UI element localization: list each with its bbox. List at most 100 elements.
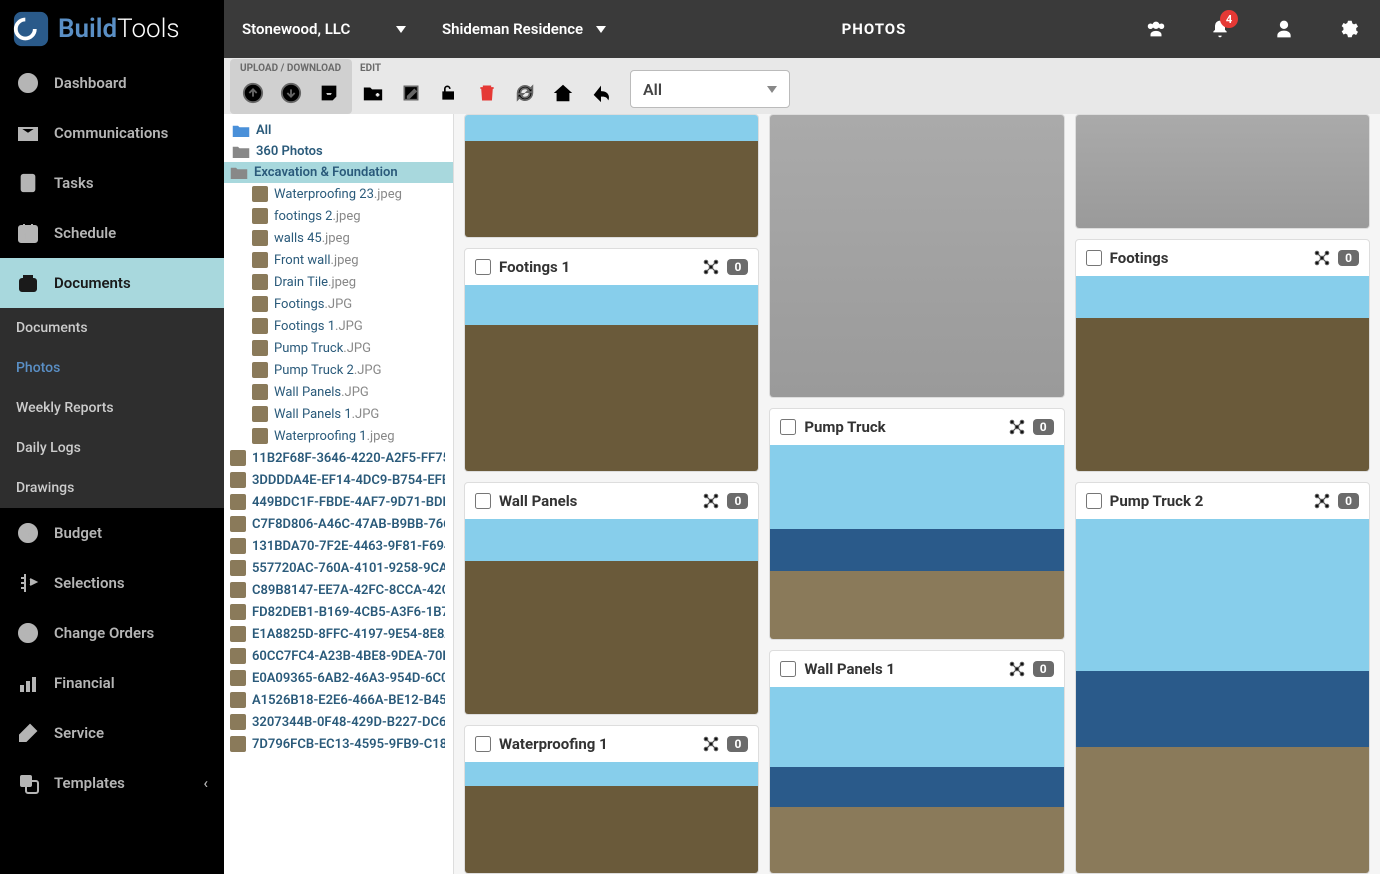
upload-button[interactable] (236, 76, 270, 110)
tree-file[interactable]: Waterproofing 1.jpeg (224, 425, 453, 447)
photo-checkbox[interactable] (475, 736, 491, 752)
download-button[interactable] (274, 76, 308, 110)
new-folder-button[interactable] (356, 76, 390, 110)
tree-folder[interactable]: 360 Photos (224, 141, 453, 162)
photo-card: Wall Panels0 (464, 482, 759, 715)
photo-image[interactable] (465, 519, 758, 715)
tree-file[interactable]: 3207344B-0F48-429D-B227-DC63E (224, 711, 453, 733)
photo-checkbox[interactable] (475, 493, 491, 509)
sidebar-item-templates[interactable]: Templates‹ (0, 758, 224, 808)
filter-select[interactable]: All (630, 70, 790, 108)
tree-file[interactable]: Footings 1.JPG (224, 315, 453, 337)
share-icon[interactable] (1007, 659, 1027, 679)
photo-checkbox[interactable] (1086, 250, 1102, 266)
inbox-button[interactable] (312, 76, 346, 110)
tree-file[interactable]: Pump Truck 2.JPG (224, 359, 453, 381)
tree-folder[interactable]: All (224, 120, 453, 141)
photo-image[interactable] (770, 687, 1063, 874)
share-icon[interactable] (1007, 417, 1027, 437)
sidebar-sub-weekly-reports[interactable]: Weekly Reports (0, 388, 224, 428)
photo-image[interactable] (1076, 115, 1369, 229)
refresh-button[interactable] (508, 76, 542, 110)
photo-image[interactable] (1076, 276, 1369, 472)
tree-file[interactable]: E1A8825D-8FFC-4197-9E54-8E8A7 (224, 623, 453, 645)
sidebar-sub-documents[interactable]: Documents (0, 308, 224, 348)
sidebar-item-service[interactable]: Service (0, 708, 224, 758)
comment-count[interactable]: 0 (727, 736, 748, 752)
tree-file[interactable]: 7D796FCB-EC13-4595-9FB9-C1886 (224, 733, 453, 755)
comment-count[interactable]: 0 (1338, 493, 1359, 509)
top-header: BuildTools Stonewood, LLC Shideman Resid… (0, 0, 1380, 58)
tree-file[interactable]: Pump Truck.JPG (224, 337, 453, 359)
tree-file[interactable]: 557720AC-760A-4101-9258-9CA59 (224, 557, 453, 579)
tree-file[interactable]: Footings.JPG (224, 293, 453, 315)
file-thumb-icon (230, 494, 246, 510)
comment-count[interactable]: 0 (1338, 250, 1359, 266)
share-icon[interactable] (1312, 491, 1332, 511)
company-selector[interactable]: Stonewood, LLC (224, 0, 424, 58)
notifications-icon[interactable]: 4 (1188, 0, 1252, 58)
tree-file[interactable]: A1526B18-E2E6-466A-BE12-B45C0 (224, 689, 453, 711)
photo-image[interactable] (465, 762, 758, 874)
photo-image[interactable] (1076, 519, 1369, 874)
tree-file[interactable]: E0A09365-6AB2-46A3-954D-6C09E (224, 667, 453, 689)
user-icon[interactable] (1252, 0, 1316, 58)
nav-icon: CO (16, 621, 40, 645)
photo-card: Wall Panels 10 (769, 650, 1064, 874)
tree-file[interactable]: 11B2F68F-3646-4220-A2F5-FF7553 (224, 447, 453, 469)
share-icon[interactable] (701, 257, 721, 277)
edit-button[interactable] (394, 76, 428, 110)
photo-image[interactable] (770, 115, 1063, 398)
photo-checkbox[interactable] (780, 661, 796, 677)
photo-checkbox[interactable] (780, 419, 796, 435)
photo-image[interactable] (465, 115, 758, 238)
tree-file[interactable]: 60CC7FC4-A23B-4BE8-9DEA-70FFE (224, 645, 453, 667)
sidebar-item-budget[interactable]: $Budget (0, 508, 224, 558)
tree-file[interactable]: 449BDC1F-FBDE-4AF7-9D71-BDD9 (224, 491, 453, 513)
undo-button[interactable] (584, 76, 618, 110)
tree-file[interactable]: 3DDDDA4E-EF14-4DC9-B754-EFB59 (224, 469, 453, 491)
photo-card (464, 114, 759, 238)
tree-file[interactable]: Drain Tile.jpeg (224, 271, 453, 293)
sidebar-sub-drawings[interactable]: Drawings (0, 468, 224, 508)
sidebar-item-tasks[interactable]: Tasks (0, 158, 224, 208)
tree-file[interactable]: 131BDA70-7F2E-4463-9F81-F694B (224, 535, 453, 557)
project-selector[interactable]: Shideman Residence (424, 0, 624, 58)
settings-icon[interactable] (1316, 0, 1380, 58)
sidebar-item-dashboard[interactable]: Dashboard (0, 58, 224, 108)
tree-file[interactable]: footings 2.jpeg (224, 205, 453, 227)
tree-file[interactable]: C7F8D806-A46C-47AB-B9BB-766D (224, 513, 453, 535)
tree-file[interactable]: Waterproofing 23.jpeg (224, 183, 453, 205)
comment-count[interactable]: 0 (1033, 661, 1054, 677)
photo-checkbox[interactable] (1086, 493, 1102, 509)
sidebar-sub-photos[interactable]: Photos (0, 348, 224, 388)
sidebar-item-schedule[interactable]: 14Schedule (0, 208, 224, 258)
photo-image[interactable] (770, 445, 1063, 641)
share-icon[interactable] (1312, 248, 1332, 268)
photo-checkbox[interactable] (475, 259, 491, 275)
unlock-button[interactable] (432, 76, 466, 110)
tree-file[interactable]: walls 45.jpeg (224, 227, 453, 249)
sidebar-item-change-orders[interactable]: COChange Orders (0, 608, 224, 658)
share-icon[interactable] (701, 734, 721, 754)
sidebar-item-financial[interactable]: Financial (0, 658, 224, 708)
comment-count[interactable]: 0 (1033, 419, 1054, 435)
tree-file[interactable]: C89B8147-EE7A-42FC-8CCA-42C55 (224, 579, 453, 601)
sidebar-item-documents[interactable]: Documents (0, 258, 224, 308)
sidebar-item-selections[interactable]: Selections (0, 558, 224, 608)
comment-count[interactable]: 0 (727, 493, 748, 509)
photo-image[interactable] (465, 285, 758, 472)
app-logo[interactable]: BuildTools (0, 0, 224, 58)
home-button[interactable] (546, 76, 580, 110)
sidebar-sub-daily-logs[interactable]: Daily Logs (0, 428, 224, 468)
tree-file[interactable]: Front wall.jpeg (224, 249, 453, 271)
sidebar-item-communications[interactable]: Communications (0, 108, 224, 158)
tree-file[interactable]: Wall Panels 1.JPG (224, 403, 453, 425)
tree-folder[interactable]: Excavation & Foundation (224, 162, 453, 183)
tree-file[interactable]: Wall Panels.JPG (224, 381, 453, 403)
team-icon[interactable] (1124, 0, 1188, 58)
delete-button[interactable] (470, 76, 504, 110)
tree-file[interactable]: FD82DEB1-B169-4CB5-A3F6-1B7D (224, 601, 453, 623)
share-icon[interactable] (701, 491, 721, 511)
comment-count[interactable]: 0 (727, 259, 748, 275)
